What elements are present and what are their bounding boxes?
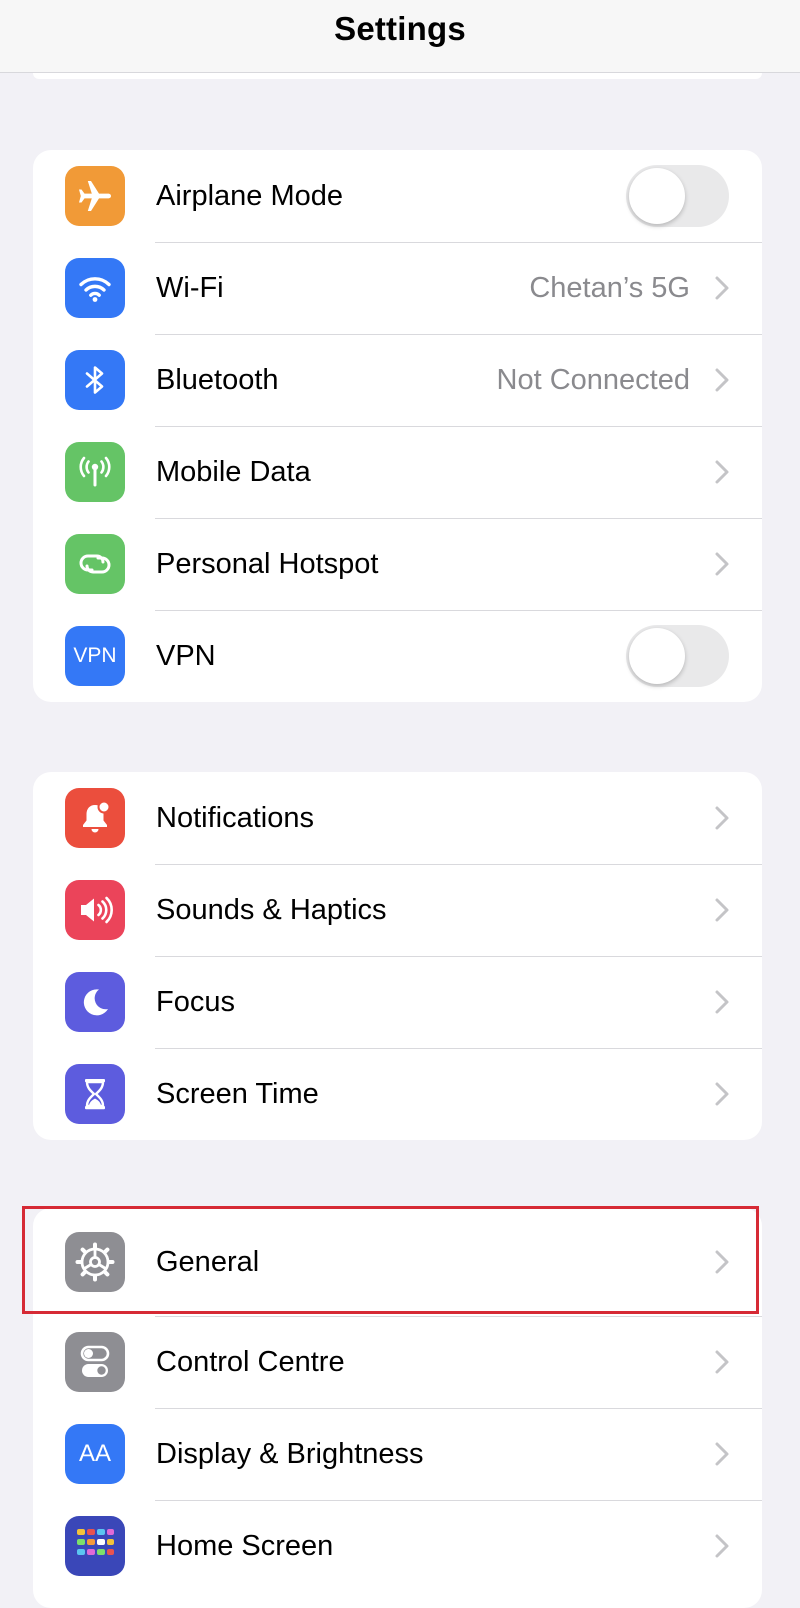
bluetooth-icon xyxy=(65,350,125,410)
settings-row-display-brightness[interactable]: AA Display & Brightness xyxy=(33,1408,762,1500)
chevron-right-icon xyxy=(715,1350,729,1374)
airplane-mode-toggle[interactable] xyxy=(626,165,729,227)
wifi-network-value: Chetan’s 5G xyxy=(529,272,690,304)
settings-row-bluetooth[interactable]: Bluetooth Not Connected xyxy=(33,334,762,426)
settings-row-label: Personal Hotspot xyxy=(156,548,379,580)
chevron-right-icon xyxy=(715,552,729,576)
text-size-icon: AA xyxy=(65,1424,125,1484)
settings-row-label: Control Centre xyxy=(156,1346,345,1378)
settings-row-general[interactable]: General xyxy=(33,1208,762,1316)
vpn-icon-text: VPN xyxy=(73,644,117,667)
chevron-right-icon xyxy=(715,898,729,922)
page-title: Settings xyxy=(334,10,466,47)
vpn-icon: VPN xyxy=(65,626,125,686)
settings-row-label: Airplane Mode xyxy=(156,180,343,212)
switches-icon xyxy=(65,1332,125,1392)
chevron-right-icon xyxy=(715,990,729,1014)
navigation-bar: Settings xyxy=(0,0,800,73)
settings-row-label: Wi-Fi xyxy=(156,272,224,304)
settings-row-label: General xyxy=(156,1246,260,1278)
settings-row-home-screen[interactable]: Home Screen xyxy=(33,1500,762,1592)
bell-icon xyxy=(65,788,125,848)
chevron-right-icon xyxy=(715,806,729,830)
airplane-icon xyxy=(65,166,125,226)
settings-row-label: Screen Time xyxy=(156,1078,319,1110)
gear-icon xyxy=(65,1232,125,1292)
chevron-right-icon xyxy=(715,1082,729,1106)
settings-group-notifications: Notifications Sounds & Haptics Focus Scr… xyxy=(33,772,762,1140)
settings-row-label: Bluetooth xyxy=(156,364,279,396)
speaker-icon xyxy=(65,880,125,940)
app-grid-icon xyxy=(65,1516,125,1576)
wifi-icon xyxy=(65,258,125,318)
chevron-right-icon xyxy=(715,1442,729,1466)
settings-row-control-centre[interactable]: Control Centre xyxy=(33,1316,762,1408)
settings-group-connectivity: Airplane Mode Wi-Fi Chetan’s 5G Bluetoot… xyxy=(33,150,762,702)
settings-row-label: Display & Brightness xyxy=(156,1438,424,1470)
settings-row-wifi[interactable]: Wi-Fi Chetan’s 5G xyxy=(33,242,762,334)
moon-icon xyxy=(65,972,125,1032)
settings-row-label: Mobile Data xyxy=(156,456,311,488)
previous-card-edge xyxy=(33,73,762,79)
settings-row-label: Notifications xyxy=(156,802,314,834)
settings-row-personal-hotspot[interactable]: Personal Hotspot xyxy=(33,518,762,610)
settings-row-focus[interactable]: Focus xyxy=(33,956,762,1048)
hourglass-icon xyxy=(65,1064,125,1124)
chevron-right-icon xyxy=(715,1250,729,1274)
chevron-right-icon xyxy=(715,368,729,392)
settings-row-mobile-data[interactable]: Mobile Data xyxy=(33,426,762,518)
settings-row-sounds-haptics[interactable]: Sounds & Haptics xyxy=(33,864,762,956)
bluetooth-status-value: Not Connected xyxy=(496,364,690,396)
settings-row-label: VPN xyxy=(156,640,216,672)
settings-row-label: Home Screen xyxy=(156,1530,334,1562)
settings-row-vpn[interactable]: VPN VPN xyxy=(33,610,762,702)
chevron-right-icon xyxy=(715,276,729,300)
chevron-right-icon xyxy=(715,460,729,484)
settings-row-label: Focus xyxy=(156,986,235,1018)
toggle-knob xyxy=(629,168,685,224)
settings-group-general: General Control Centre AA Display & Brig… xyxy=(33,1208,762,1608)
toggle-knob xyxy=(629,628,685,684)
settings-row-label: Sounds & Haptics xyxy=(156,894,387,926)
hotspot-icon xyxy=(65,534,125,594)
chevron-right-icon xyxy=(715,1534,729,1558)
vpn-toggle[interactable] xyxy=(626,625,729,687)
settings-row-airplane-mode[interactable]: Airplane Mode xyxy=(33,150,762,242)
settings-row-notifications[interactable]: Notifications xyxy=(33,772,762,864)
settings-row-screen-time[interactable]: Screen Time xyxy=(33,1048,762,1140)
text-size-icon-text: AA xyxy=(78,1440,111,1467)
antenna-icon xyxy=(65,442,125,502)
